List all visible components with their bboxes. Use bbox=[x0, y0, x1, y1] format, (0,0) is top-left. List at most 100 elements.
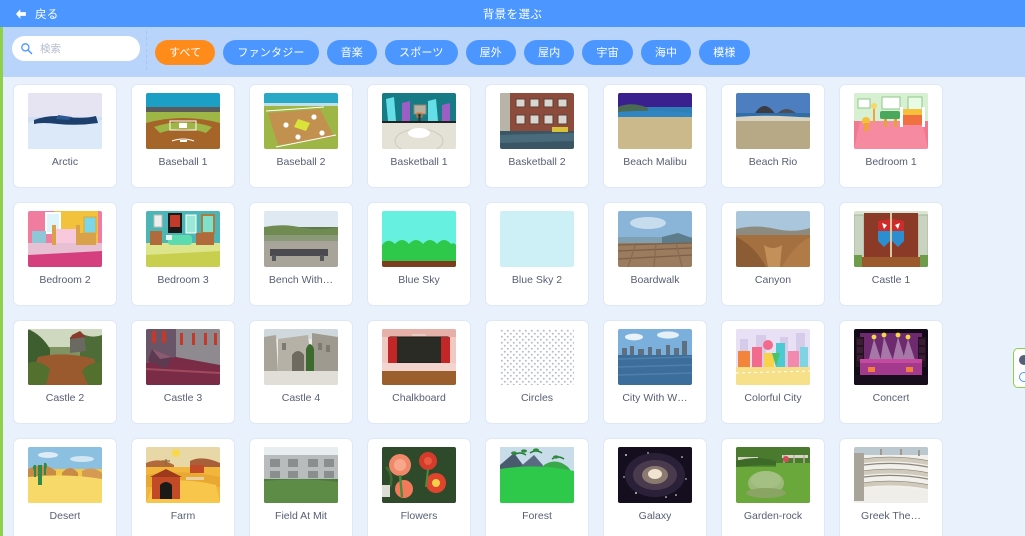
backdrop-card[interactable]: Colorful City bbox=[722, 321, 824, 423]
backdrop-thumbnail bbox=[28, 211, 102, 267]
backdrop-label: Baseball 2 bbox=[276, 156, 326, 168]
backdrop-thumbnail bbox=[382, 211, 456, 267]
backdrop-card[interactable]: Blue Sky 2 bbox=[486, 203, 588, 305]
filter-bar: すべて ファンタジー 音楽 スポーツ 屋外 屋内 宇宙 海中 模様 bbox=[3, 27, 1025, 77]
category-tag-8[interactable]: 海中 bbox=[640, 39, 692, 65]
backdrop-card[interactable]: Forest bbox=[486, 439, 588, 536]
backdrop-card[interactable]: Bedroom 2 bbox=[14, 203, 116, 305]
backdrop-label: Bench With… bbox=[268, 274, 334, 286]
search-icon bbox=[21, 43, 33, 55]
backdrop-card[interactable]: Canyon bbox=[722, 203, 824, 305]
category-tag-label: 宇宙 bbox=[596, 47, 619, 59]
backdrop-card[interactable]: Bedroom 1 bbox=[840, 85, 942, 187]
category-tag-4[interactable]: スポーツ bbox=[385, 39, 458, 65]
backdrop-card[interactable]: Castle 1 bbox=[840, 203, 942, 305]
category-tag-7[interactable]: 宇宙 bbox=[582, 39, 633, 65]
eye-icon[interactable] bbox=[1019, 354, 1025, 365]
backdrop-thumbnail bbox=[382, 93, 456, 149]
backdrop-thumbnail bbox=[264, 447, 338, 503]
backdrop-label: Greek The… bbox=[861, 510, 921, 522]
arrow-left-icon bbox=[15, 8, 26, 19]
backdrop-label: Circles bbox=[520, 392, 554, 404]
backdrop-label: Baseball 1 bbox=[158, 156, 208, 168]
backdrop-label: Bedroom 3 bbox=[157, 274, 209, 286]
category-tag-label: 音楽 bbox=[340, 47, 363, 59]
backdrop-card[interactable]: Farm bbox=[132, 439, 234, 536]
backdrop-thumbnail bbox=[618, 93, 692, 149]
backdrop-card[interactable]: Castle 2 bbox=[14, 321, 116, 423]
backdrop-card[interactable]: Basketball 2 bbox=[486, 85, 588, 187]
backdrop-card[interactable]: Baseball 1 bbox=[132, 85, 234, 187]
backdrop-card[interactable]: Arctic bbox=[14, 85, 116, 187]
backdrop-thumbnail bbox=[736, 447, 810, 503]
category-tag-label: スポーツ bbox=[399, 47, 444, 59]
backdrop-label: Castle 1 bbox=[871, 274, 911, 286]
backdrop-thumbnail bbox=[854, 329, 928, 385]
backdrop-card[interactable]: Bedroom 3 bbox=[132, 203, 234, 305]
backdrop-thumbnail bbox=[854, 447, 928, 503]
circle-icon[interactable] bbox=[1019, 371, 1025, 382]
page-title: 背景を選ぶ bbox=[482, 8, 543, 21]
backdrop-card[interactable]: Basketball 1 bbox=[368, 85, 470, 187]
backdrop-thumbnail bbox=[28, 329, 102, 385]
backdrop-card[interactable]: Flowers bbox=[368, 439, 470, 536]
modal-header: 戻る 背景を選ぶ bbox=[0, 0, 1025, 27]
category-tag-list: すべて ファンタジー 音楽 スポーツ 屋外 屋内 宇宙 海中 模様 bbox=[155, 27, 750, 77]
backdrop-card[interactable]: Castle 3 bbox=[132, 321, 234, 423]
backdrop-thumbnail bbox=[736, 211, 810, 267]
search-field[interactable] bbox=[12, 36, 140, 61]
backdrop-card[interactable]: Chalkboard bbox=[368, 321, 470, 423]
backdrop-thumbnail bbox=[146, 329, 220, 385]
category-tag-3[interactable]: 音楽 bbox=[326, 39, 377, 65]
backdrop-thumbnail bbox=[146, 93, 220, 149]
backdrop-card[interactable]: Bench With… bbox=[250, 203, 352, 305]
backdrop-card[interactable]: Concert bbox=[840, 321, 942, 423]
backdrop-card[interactable]: Field At Mit bbox=[250, 439, 352, 536]
backdrop-label: Castle 4 bbox=[281, 392, 321, 404]
stage-controls-widget[interactable] bbox=[1013, 348, 1025, 388]
backdrop-grid-scroll[interactable]: Arctic Baseball 1 Baseball 2 Basketball … bbox=[3, 77, 1025, 536]
category-tag-label: ファンタジー bbox=[237, 47, 305, 59]
category-tag-5[interactable]: 屋外 bbox=[465, 39, 516, 65]
backdrop-card[interactable]: City With W… bbox=[604, 321, 706, 423]
category-tag-9[interactable]: 模様 bbox=[699, 39, 750, 65]
back-button-label: 戻る bbox=[35, 8, 59, 21]
backdrop-thumbnail bbox=[854, 93, 928, 149]
backdrop-thumbnail bbox=[264, 93, 338, 149]
backdrop-label: Forest bbox=[522, 510, 552, 522]
category-tag-2[interactable]: ファンタジー bbox=[223, 39, 319, 65]
backdrop-card[interactable]: Beach Rio bbox=[722, 85, 824, 187]
backdrop-card[interactable]: Blue Sky bbox=[368, 203, 470, 305]
category-tag-label: すべて bbox=[169, 47, 202, 59]
backdrop-card[interactable]: Desert bbox=[14, 439, 116, 536]
backdrop-label: Bedroom 1 bbox=[865, 156, 917, 168]
search-input[interactable] bbox=[40, 42, 135, 55]
category-tag-6[interactable]: 屋内 bbox=[524, 39, 575, 65]
backdrop-card[interactable]: Castle 4 bbox=[250, 321, 352, 423]
backdrop-label: Bedroom 2 bbox=[39, 274, 91, 286]
backdrop-label: Blue Sky bbox=[398, 274, 440, 286]
backdrop-thumbnail bbox=[618, 211, 692, 267]
backdrop-card[interactable]: Garden-rock bbox=[722, 439, 824, 536]
category-tag-label: 海中 bbox=[654, 47, 678, 59]
backdrop-card[interactable]: Greek The… bbox=[840, 439, 942, 536]
backdrop-library-modal: 戻る 背景を選ぶ すべて ファンタジー 音楽 スポーツ 屋外 屋内 宇宙 海中 模様 Arcti… bbox=[0, 0, 1025, 536]
backdrop-card[interactable]: Galaxy bbox=[604, 439, 706, 536]
backdrop-card[interactable]: Beach Malibu bbox=[604, 85, 706, 187]
backdrop-thumbnail bbox=[28, 93, 102, 149]
backdrop-label: Galaxy bbox=[638, 510, 672, 522]
backdrop-thumbnail bbox=[618, 329, 692, 385]
category-tag-1[interactable]: すべて bbox=[155, 39, 216, 65]
back-button[interactable]: 戻る bbox=[14, 0, 59, 27]
backdrop-card[interactable]: Boardwalk bbox=[604, 203, 706, 305]
backdrop-label: Canyon bbox=[754, 274, 792, 286]
backdrop-label: Castle 3 bbox=[163, 392, 203, 404]
backdrop-label: Garden-rock bbox=[743, 510, 803, 522]
backdrop-thumbnail bbox=[146, 211, 220, 267]
category-tag-label: 屋内 bbox=[538, 47, 561, 59]
backdrop-card[interactable]: Baseball 2 bbox=[250, 85, 352, 187]
backdrop-label: Boardwalk bbox=[630, 274, 680, 286]
backdrop-card[interactable]: Circles bbox=[486, 321, 588, 423]
backdrop-thumbnail bbox=[146, 447, 220, 503]
backdrop-thumbnail bbox=[264, 329, 338, 385]
